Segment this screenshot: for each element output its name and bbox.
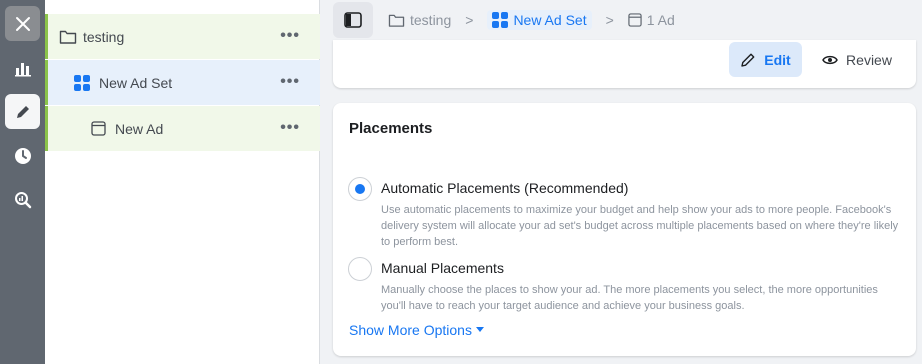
option-description: Manually choose the places to show your … <box>381 284 878 312</box>
chevron-right-icon: > <box>605 12 614 28</box>
folder-icon <box>59 29 77 45</box>
caret-down-icon <box>475 327 484 332</box>
performance-button[interactable] <box>5 50 40 85</box>
pencil-icon <box>16 105 29 118</box>
more-options-icon[interactable]: ••• <box>280 73 300 91</box>
breadcrumb-campaign[interactable]: testing <box>388 12 451 28</box>
search-button[interactable] <box>5 182 40 217</box>
ad-icon <box>91 121 106 136</box>
placements-card: Placements Automatic Placements (Recomme… <box>333 103 916 356</box>
more-options-icon[interactable]: ••• <box>280 27 300 45</box>
breadcrumb-ad[interactable]: 1 Ad <box>628 12 675 28</box>
sidebar-toggle-icon <box>344 12 362 28</box>
clock-icon <box>14 147 31 164</box>
show-more-options-link[interactable]: Show More Options <box>349 322 484 338</box>
folder-icon <box>388 14 405 27</box>
breadcrumb-adset[interactable]: New Ad Set <box>487 10 592 30</box>
radio-manual[interactable] <box>348 257 372 281</box>
toggle-sidebar-button[interactable] <box>333 2 373 38</box>
review-button[interactable]: Review <box>814 42 900 77</box>
left-rail <box>0 0 45 364</box>
adset-grid-icon <box>74 74 90 91</box>
bar-chart-icon <box>14 62 31 76</box>
close-icon <box>15 16 30 31</box>
edit-mode-button[interactable] <box>5 94 40 129</box>
show-more-label: Show More Options <box>349 322 472 338</box>
breadcrumb: testing > New Ad Set > 1 Ad <box>388 8 675 32</box>
tree-item-label: New Ad Set <box>99 74 173 91</box>
campaign-tree: testing ••• New Ad Set ••• New Ad ••• <box>45 0 320 364</box>
search-data-icon <box>14 191 31 208</box>
adset-grid-icon <box>492 12 509 28</box>
history-button[interactable] <box>5 138 40 173</box>
tree-item-campaign[interactable]: testing ••• <box>45 14 320 59</box>
close-button[interactable] <box>5 6 40 41</box>
pencil-icon <box>741 53 755 67</box>
breadcrumb-label: 1 Ad <box>646 12 675 28</box>
breadcrumb-label: New Ad Set <box>513 12 587 28</box>
eye-icon <box>822 55 838 64</box>
breadcrumb-label: testing <box>410 12 452 28</box>
section-title: Placements <box>349 120 433 137</box>
tree-item-label: New Ad <box>115 120 164 137</box>
radio-automatic[interactable] <box>348 177 372 201</box>
ad-icon <box>628 13 642 27</box>
edit-label: Edit <box>764 51 791 68</box>
tree-item-label: testing <box>83 28 125 45</box>
tree-item-ad[interactable]: New Ad ••• <box>45 106 320 151</box>
option-description: Use automatic placements to maximize you… <box>381 204 899 248</box>
option-label: Manual Placements <box>381 260 504 276</box>
chevron-right-icon: > <box>465 12 474 28</box>
edit-button[interactable]: Edit <box>729 42 802 77</box>
option-label: Automatic Placements (Recommended) <box>381 180 629 196</box>
tree-item-adset[interactable]: New Ad Set ••• <box>45 60 320 105</box>
more-options-icon[interactable]: ••• <box>280 119 300 137</box>
review-label: Review <box>846 51 892 68</box>
